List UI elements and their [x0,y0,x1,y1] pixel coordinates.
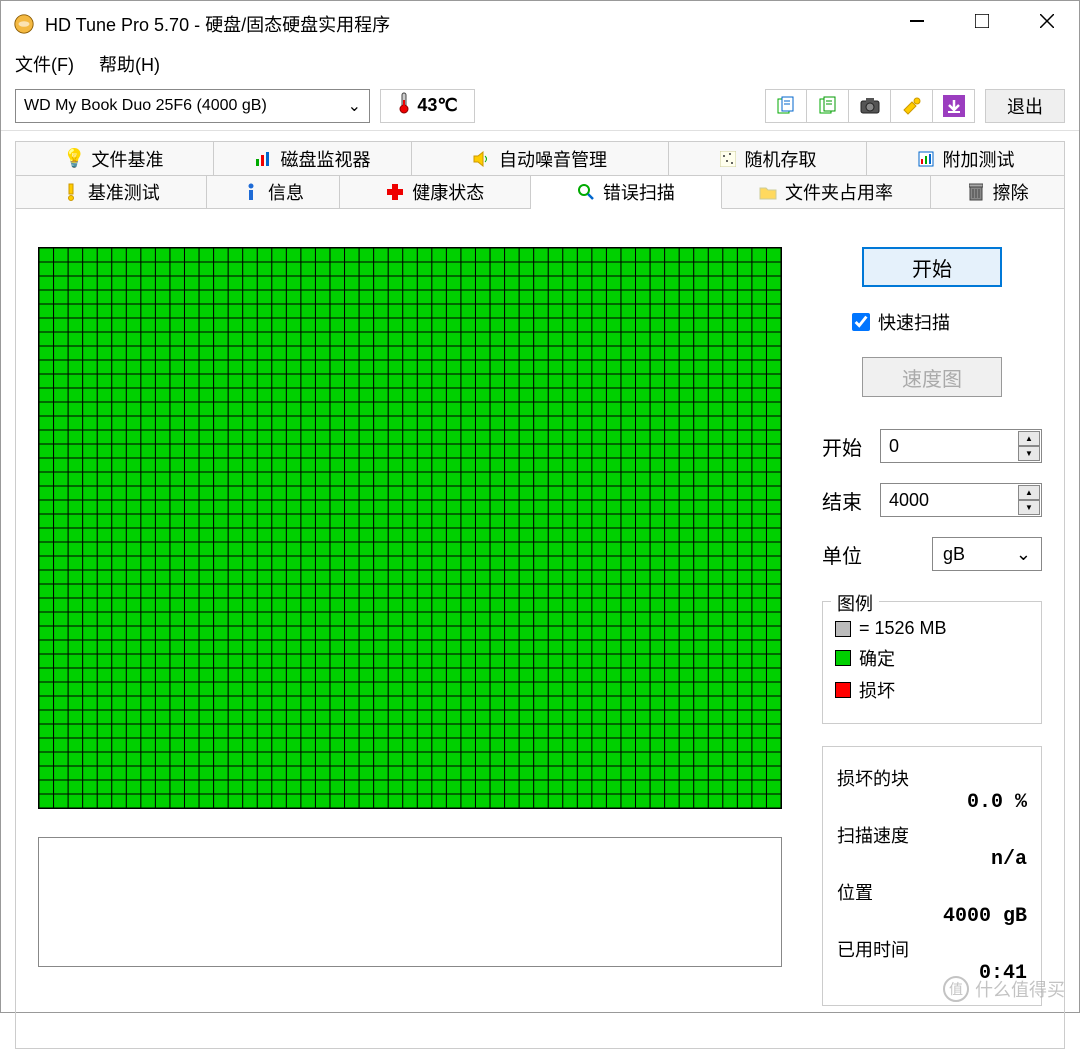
chevron-down-icon: ⌄ [1016,544,1031,565]
folder-icon [759,183,777,201]
speed-value: n/a [837,848,1027,871]
drive-select-value: WD My Book Duo 25F6 (4000 gB) [24,97,267,115]
chevron-down-icon: ⌄ [348,96,361,116]
spinner-up-icon[interactable]: ▲ [1018,485,1040,500]
tab-file-benchmark[interactable]: 💡文件基准 [15,141,214,175]
damaged-label: 损坏的块 [837,765,1027,791]
close-button[interactable] [1014,1,1079,41]
watermark: 值 什么值得买 [943,976,1065,1002]
spinner-down-icon[interactable]: ▼ [1018,446,1040,461]
info-icon [242,183,260,201]
search-icon [577,183,595,201]
tabs: 💡文件基准 磁盘监视器 自动噪音管理 随机存取 附加测试 基准测试 信息 健康状… [1,131,1079,1049]
tab-health[interactable]: 健康状态 [340,175,531,209]
elapsed-label: 已用时间 [837,936,1027,962]
exit-button[interactable]: 退出 [985,89,1065,123]
random-icon [719,150,737,168]
unit-select[interactable]: gB ⌄ [932,537,1042,571]
health-icon [386,183,404,201]
app-icon [13,13,35,35]
start-button[interactable]: 开始 [862,247,1002,287]
tab-content: 开始 快速扫描 速度图 开始 0 ▲▼ 结束 4000 ▲▼ [15,209,1065,1049]
unit-label: 单位 [822,540,870,569]
tab-info[interactable]: 信息 [207,175,341,209]
stats-box: 损坏的块 0.0 % 扫描速度 n/a 位置 4000 gB 已用时间 0:41 [822,746,1042,1006]
scan-grid [38,247,782,809]
end-label: 结束 [822,486,870,515]
menubar: 文件(F) 帮助(H) [1,46,1079,81]
position-value: 4000 gB [837,905,1027,928]
menu-file[interactable]: 文件(F) [15,51,74,77]
tab-random-access[interactable]: 随机存取 [669,141,867,175]
end-spinner[interactable]: 4000 ▲▼ [880,483,1042,517]
quick-scan-checkbox[interactable]: 快速扫描 [852,309,1042,335]
speed-map-button: 速度图 [862,357,1002,397]
maximize-button[interactable] [949,1,1014,41]
tab-erase[interactable]: 擦除 [931,175,1065,209]
toolbar: WD My Book Duo 25F6 (4000 gB) ⌄ 43℃ 退出 [1,81,1079,131]
tab-error-scan[interactable]: 错误扫描 [531,175,722,209]
speaker-icon [473,150,491,168]
quick-scan-input[interactable] [852,313,870,331]
temperature-display: 43℃ [380,89,475,123]
speed-label: 扫描速度 [837,822,1027,848]
tab-extra-tests[interactable]: 附加测试 [867,141,1065,175]
damaged-value: 0.0 % [837,791,1027,814]
minimize-button[interactable] [884,1,949,41]
start-spinner[interactable]: 0 ▲▼ [880,429,1042,463]
start-label: 开始 [822,432,870,461]
block-swatch [835,621,851,637]
bad-swatch [835,682,851,698]
report-icon [917,150,935,168]
temperature-value: 43℃ [417,95,457,116]
ok-swatch [835,650,851,666]
copy-text-button[interactable] [765,89,807,123]
tab-aam[interactable]: 自动噪音管理 [412,141,669,175]
tab-disk-monitor[interactable]: 磁盘监视器 [214,141,412,175]
lightbulb-icon: 💡 [65,150,83,168]
options-button[interactable] [891,89,933,123]
spinner-down-icon[interactable]: ▼ [1018,500,1040,515]
exclamation-icon [62,183,80,201]
position-label: 位置 [837,879,1027,905]
titlebar: HD Tune Pro 5.70 - 硬盘/固态硬盘实用程序 [1,1,1079,46]
screenshot-button[interactable] [849,89,891,123]
spinner-up-icon[interactable]: ▲ [1018,431,1040,446]
menu-help[interactable]: 帮助(H) [99,51,160,77]
chart-icon [254,150,272,168]
save-button[interactable] [933,89,975,123]
tab-benchmark[interactable]: 基准测试 [15,175,207,209]
thermometer-icon [397,92,411,119]
log-output [38,837,782,967]
legend-box: 图例 = 1526 MB 确定 损坏 [822,601,1042,724]
copy-data-button[interactable] [807,89,849,123]
tab-folder-usage[interactable]: 文件夹占用率 [722,175,932,209]
window-title: HD Tune Pro 5.70 - 硬盘/固态硬盘实用程序 [45,11,884,37]
legend-title: 图例 [831,590,879,616]
drive-select[interactable]: WD My Book Duo 25F6 (4000 gB) ⌄ [15,89,370,123]
trash-icon [967,183,985,201]
